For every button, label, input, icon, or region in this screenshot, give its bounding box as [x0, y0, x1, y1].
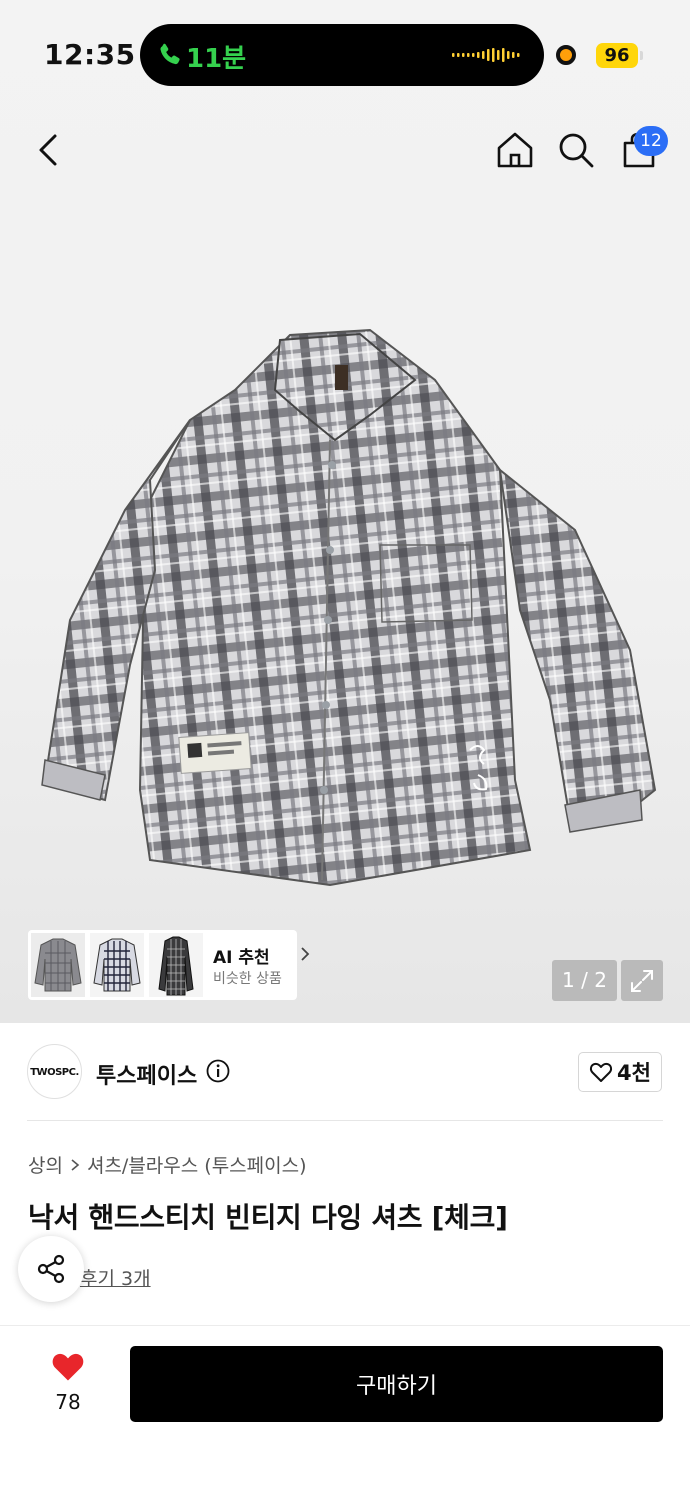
ai-recommend-title: AI 추천 [213, 948, 270, 968]
ai-thumb-1[interactable] [31, 933, 85, 997]
fullscreen-button[interactable] [621, 960, 663, 1001]
battery-tip [640, 51, 643, 60]
share-button[interactable] [18, 1236, 84, 1302]
brand-name[interactable]: 투스페이스 [96, 1058, 197, 1090]
heart-filled-icon [52, 1353, 84, 1381]
product-photo[interactable] [30, 320, 660, 895]
share-icon [37, 1254, 65, 1284]
brand-like-count: 4천 [617, 1061, 651, 1085]
heart-outline-icon [589, 1062, 613, 1082]
brand-row: TWOSPC. 투스페이스 4천 [0, 1040, 690, 1120]
search-icon [559, 133, 594, 168]
phone-icon [160, 43, 180, 65]
home-button[interactable] [493, 120, 537, 180]
search-button[interactable] [554, 120, 598, 180]
battery-indicator: 96 [596, 43, 638, 68]
shirt-thumbnail-icon [149, 933, 203, 997]
divider [27, 1120, 663, 1121]
product-image-area: 12:35 11분 96 12 AI 추천 비슷한 상품 1 / 2 [0, 0, 690, 1023]
expand-icon [631, 969, 653, 992]
product-title: 낙서 핸드스티치 빈티지 다잉 셔츠 [체크] [28, 1201, 508, 1234]
ai-thumb-3[interactable] [149, 933, 203, 997]
recording-indicator [556, 45, 576, 65]
image-pager: 1 / 2 [552, 960, 617, 1001]
back-button[interactable] [26, 120, 70, 180]
top-navigation [0, 120, 690, 184]
call-duration: 11분 [186, 44, 247, 74]
wishlist-count: 78 [55, 1390, 81, 1414]
brand-logo[interactable]: TWOSPC. [27, 1044, 82, 1099]
breadcrumb-category[interactable]: 상의 [28, 1151, 63, 1178]
shirt-thumbnail-icon [31, 933, 85, 997]
ai-thumb-2[interactable] [90, 933, 144, 997]
breadcrumb: 상의 셔츠/블라우스 (투스페이스) [28, 1151, 307, 1178]
shirt-thumbnail-icon [90, 933, 144, 997]
bottom-action-bar: 78 구매하기 [0, 1325, 690, 1500]
chevron-right-icon [301, 947, 310, 961]
chevron-right-icon [71, 1158, 80, 1171]
brand-like-button[interactable]: 4천 [578, 1052, 662, 1092]
ai-recommend-subtitle: 비슷한 상품 [213, 971, 282, 987]
status-time: 12:35 [44, 38, 136, 71]
info-icon[interactable] [206, 1059, 230, 1083]
chevron-left-icon [39, 134, 57, 166]
home-icon [497, 132, 533, 168]
breadcrumb-subcategory[interactable]: 셔츠/블라우스 (투스페이스) [87, 1151, 307, 1178]
audio-wave-icon [452, 48, 520, 62]
status-bar: 12:35 11분 96 [0, 0, 690, 110]
dynamic-island[interactable]: 11분 [140, 24, 544, 86]
cart-count-badge: 12 [634, 126, 668, 156]
buy-button[interactable]: 구매하기 [130, 1346, 663, 1422]
ai-recommend-card[interactable]: AI 추천 비슷한 상품 [28, 930, 310, 1000]
reviews-link[interactable]: 후기 3개 [80, 1264, 151, 1291]
wishlist-button[interactable]: 78 [40, 1350, 96, 1414]
